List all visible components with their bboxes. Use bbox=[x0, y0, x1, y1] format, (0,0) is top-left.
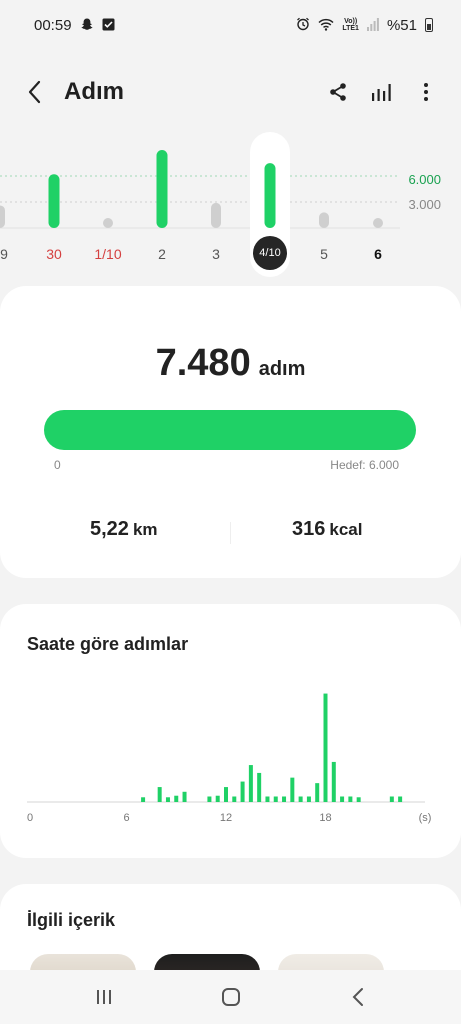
weekly-chart-canvas bbox=[0, 132, 400, 277]
check-box-icon bbox=[102, 18, 115, 33]
hourly-bar bbox=[298, 796, 303, 802]
hourly-bar bbox=[182, 791, 187, 802]
hourly-bar bbox=[207, 796, 212, 802]
hourly-steps-card[interactable]: Saate göre adımlar 0 6 12 18 (s) bbox=[0, 604, 461, 858]
day-bar[interactable] bbox=[48, 174, 60, 228]
lte-label: LTE1 bbox=[342, 25, 359, 32]
goal-line-label-low: 3.000 bbox=[408, 197, 441, 212]
daily-summary-card: 7.480 adım 0 Hedef: 6.000 5,22 km 316 kcal bbox=[0, 286, 461, 578]
goal-line-label-high: 6.000 bbox=[408, 172, 441, 187]
hourly-bar bbox=[215, 795, 220, 802]
share-icon bbox=[330, 83, 346, 101]
hourly-bar bbox=[398, 796, 403, 802]
battery-icon bbox=[425, 18, 433, 32]
hourly-bar bbox=[290, 777, 295, 802]
hourly-bar bbox=[306, 796, 311, 802]
home-button[interactable] bbox=[201, 975, 261, 1019]
home-icon bbox=[221, 988, 240, 1006]
hourly-bar bbox=[315, 783, 320, 802]
hourly-bar bbox=[157, 787, 162, 802]
hour-tick-label: 6 bbox=[123, 812, 130, 824]
wifi-icon bbox=[318, 18, 334, 33]
calories-unit: kcal bbox=[329, 520, 363, 539]
hourly-bar bbox=[240, 781, 245, 802]
system-nav-bar bbox=[0, 970, 461, 1024]
distance-metric: 5,22 km bbox=[90, 518, 158, 541]
hourly-bar bbox=[165, 797, 170, 802]
day-bar[interactable] bbox=[211, 202, 221, 228]
day-bar[interactable] bbox=[319, 212, 329, 228]
day-label[interactable]: 2 bbox=[158, 246, 166, 262]
hourly-bar bbox=[331, 761, 336, 802]
progress-goal-label: Hedef: 6.000 bbox=[330, 458, 399, 472]
progress-min-label: 0 bbox=[54, 458, 61, 472]
day-label[interactable]: 5 bbox=[320, 246, 328, 262]
steps-value: 7.480 bbox=[155, 342, 251, 384]
hourly-bar bbox=[174, 795, 179, 802]
day-bar[interactable] bbox=[0, 205, 5, 228]
battery-percent: %51 bbox=[386, 16, 417, 34]
day-label[interactable]: 6 bbox=[374, 246, 382, 262]
hourly-bar bbox=[248, 765, 253, 802]
selected-day-badge[interactable]: 4/10 bbox=[253, 236, 287, 270]
hourly-bar bbox=[265, 796, 270, 802]
hour-tick-label: 0 bbox=[26, 812, 34, 824]
hour-tick-label: (s) bbox=[418, 812, 432, 824]
clock: 00:59 bbox=[34, 16, 72, 34]
more-options-button[interactable] bbox=[411, 74, 441, 110]
app-bar: Adım bbox=[0, 62, 461, 122]
metric-divider bbox=[230, 522, 231, 544]
more-icon bbox=[424, 83, 428, 101]
day-bar[interactable] bbox=[156, 150, 168, 228]
hourly-bar bbox=[282, 796, 287, 802]
distance-unit: km bbox=[132, 520, 158, 539]
recents-icon bbox=[96, 990, 111, 1004]
distance-value: 5,22 bbox=[90, 518, 129, 540]
lte-indicator: Vo)) LTE1 bbox=[342, 18, 359, 32]
stats-button[interactable] bbox=[367, 74, 397, 110]
hourly-bar bbox=[273, 796, 278, 802]
calories-metric: 316 kcal bbox=[292, 518, 362, 541]
weekly-steps-chart[interactable]: 6.000 3.000 9 30 1/10 2 3 4/10 5 6 bbox=[0, 130, 461, 280]
hourly-bar bbox=[348, 796, 353, 802]
day-bar[interactable] bbox=[103, 218, 113, 228]
hourly-bar bbox=[389, 796, 394, 802]
hourly-bar bbox=[323, 693, 328, 802]
back-nav-icon bbox=[352, 988, 363, 1006]
chevron-left-icon bbox=[28, 80, 41, 104]
steps-total: 7.480 adım bbox=[0, 342, 461, 385]
hourly-bar bbox=[141, 797, 146, 802]
hourly-bar bbox=[356, 797, 361, 802]
hourly-bar bbox=[340, 796, 345, 802]
hourly-bar bbox=[232, 796, 237, 802]
page-title: Adım bbox=[64, 78, 124, 105]
hourly-bar bbox=[224, 787, 228, 802]
share-button[interactable] bbox=[323, 74, 353, 110]
day-label[interactable]: 30 bbox=[46, 246, 62, 262]
snapchat-icon bbox=[80, 17, 94, 33]
day-label[interactable]: 9 bbox=[0, 246, 8, 262]
calories-value: 316 bbox=[292, 518, 326, 540]
back-nav-button[interactable] bbox=[328, 975, 388, 1019]
related-section-title: İlgili içerik bbox=[27, 910, 116, 930]
recents-button[interactable] bbox=[74, 975, 134, 1019]
alarm-icon bbox=[296, 17, 310, 33]
day-bar[interactable] bbox=[373, 218, 383, 228]
hourly-bar bbox=[257, 772, 262, 802]
day-label[interactable]: 1/10 bbox=[94, 246, 121, 262]
status-bar: 00:59 Vo)) LTE1 %51 bbox=[0, 0, 461, 50]
signal-icon bbox=[366, 17, 379, 33]
hour-tick-label: 12 bbox=[219, 812, 233, 824]
volte-label: Vo)) bbox=[344, 18, 358, 25]
day-bar[interactable] bbox=[264, 163, 276, 228]
steps-unit: adım bbox=[258, 358, 306, 380]
back-button[interactable] bbox=[20, 72, 50, 112]
hour-tick-label: 18 bbox=[319, 812, 332, 824]
stats-icon bbox=[372, 84, 391, 101]
steps-progress-bar bbox=[44, 410, 416, 450]
day-label[interactable]: 3 bbox=[212, 246, 220, 262]
